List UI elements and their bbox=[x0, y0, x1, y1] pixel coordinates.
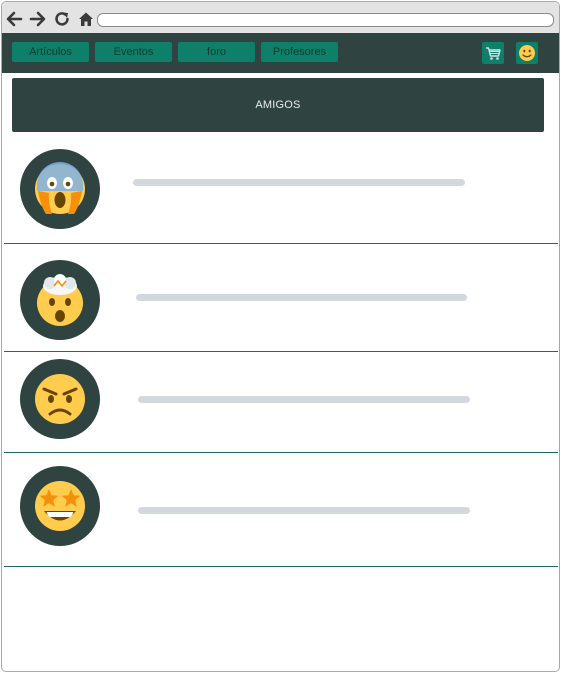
amigos-banner: AMIGOS bbox=[12, 78, 544, 132]
home-icon[interactable] bbox=[77, 10, 95, 28]
friend-name-placeholder bbox=[138, 396, 470, 403]
star-struck-icon bbox=[35, 481, 85, 531]
browser-window: Artículos Eventos foro Profesores AMIGOS bbox=[1, 1, 560, 672]
friend-name-placeholder bbox=[138, 507, 470, 514]
friend-avatar[interactable] bbox=[20, 260, 100, 340]
reload-icon[interactable] bbox=[53, 10, 71, 28]
back-arrow-icon[interactable] bbox=[5, 10, 23, 28]
nav-profesores-button[interactable]: Profesores bbox=[261, 42, 338, 62]
friend-avatar[interactable] bbox=[20, 466, 100, 546]
cart-icon[interactable] bbox=[482, 42, 504, 64]
row-divider bbox=[4, 452, 558, 453]
row-divider bbox=[4, 243, 558, 244]
user-smiley-icon[interactable] bbox=[516, 42, 538, 64]
friend-name-placeholder bbox=[133, 179, 465, 186]
friend-avatar[interactable] bbox=[20, 149, 100, 229]
friend-avatar[interactable] bbox=[20, 359, 100, 439]
app-navbar: Artículos Eventos foro Profesores bbox=[2, 33, 559, 73]
row-divider bbox=[4, 566, 558, 567]
row-divider bbox=[4, 351, 558, 352]
nav-eventos-button[interactable]: Eventos bbox=[95, 42, 172, 62]
nav-foro-button[interactable]: foro bbox=[178, 42, 255, 62]
angry-face-icon bbox=[35, 374, 85, 424]
forward-arrow-icon[interactable] bbox=[29, 10, 47, 28]
browser-toolbar bbox=[2, 2, 559, 35]
address-bar[interactable] bbox=[97, 13, 554, 27]
nav-articulos-button[interactable]: Artículos bbox=[12, 42, 89, 62]
friend-name-placeholder bbox=[136, 294, 467, 301]
exploding-head-icon bbox=[37, 274, 83, 326]
face-screaming-in-fear-icon bbox=[35, 162, 85, 214]
